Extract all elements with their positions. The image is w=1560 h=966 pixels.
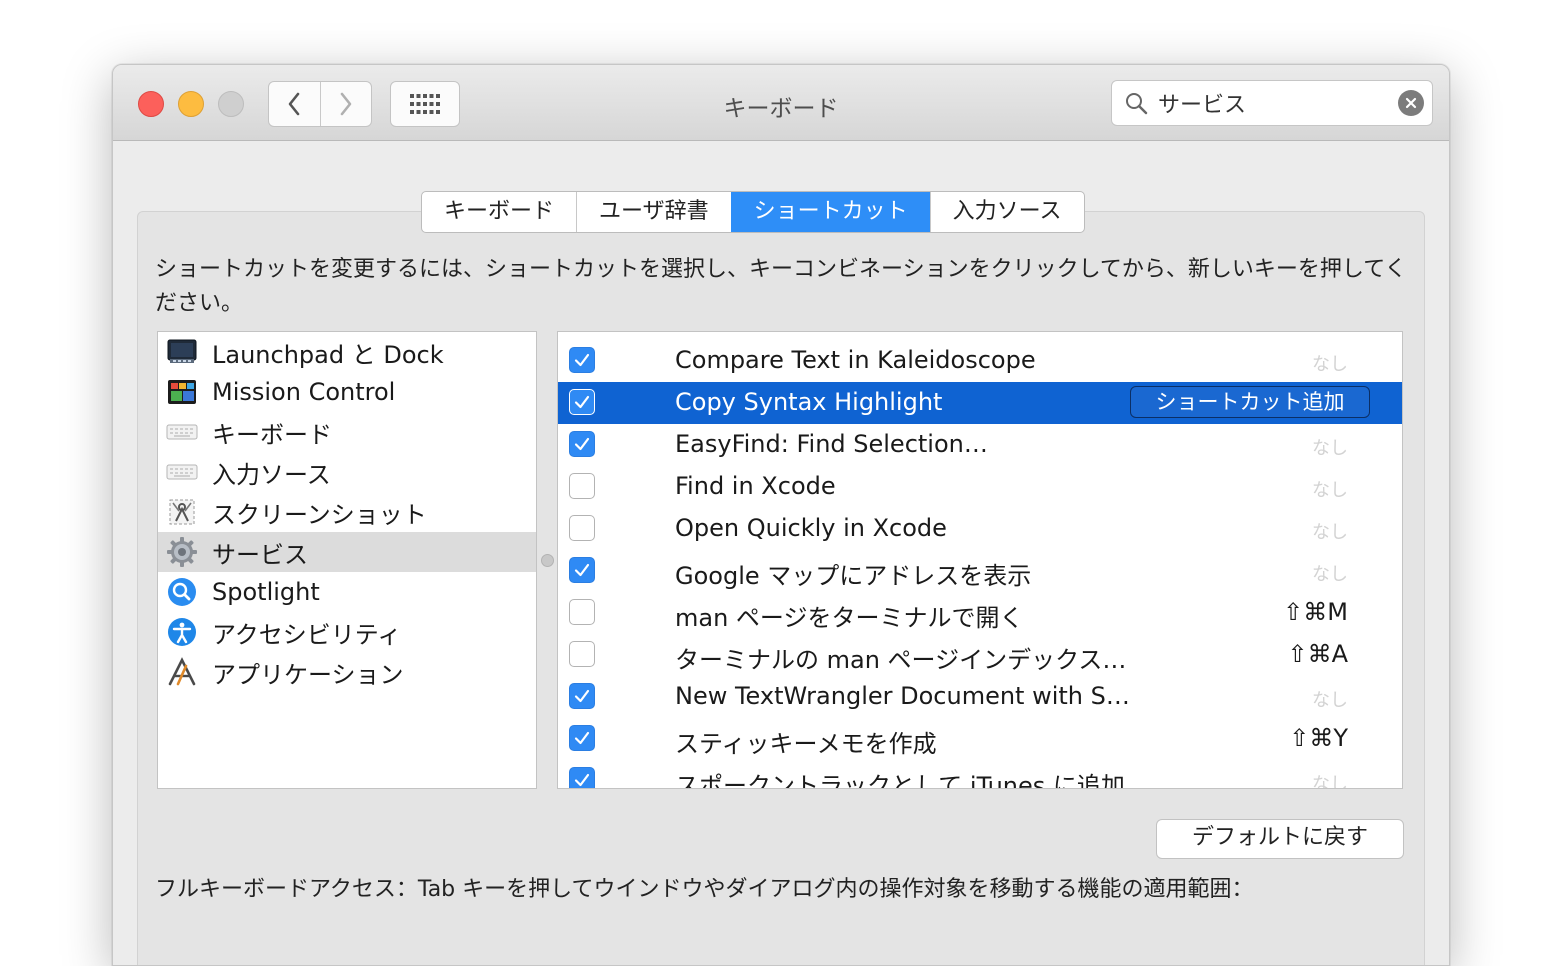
shortcut-label: スティッキーメモを作成 — [675, 730, 937, 758]
shortcut-row[interactable]: New TextWrangler Document with S… なし — [558, 676, 1402, 718]
category-label: キーボード — [212, 420, 332, 449]
shortcut-checkbox[interactable] — [569, 725, 595, 751]
category-item-launchpad-dock[interactable]: Launchpad と Dock — [158, 332, 536, 372]
shortcut-label: EasyFind: Find Selection… — [675, 430, 988, 458]
checkmark-icon — [574, 353, 590, 367]
shortcut-list: Compare Text in Kaleidoscope なし Copy Syn… — [557, 331, 1403, 789]
shortcut-row[interactable]: Google マップにアドレスを表示 なし — [558, 550, 1402, 592]
shortcut-row-selected[interactable]: Copy Syntax Highlight ショートカット追加 — [558, 382, 1402, 424]
category-label: 入力ソース — [212, 460, 331, 489]
shortcut-key[interactable]: なし — [1312, 560, 1348, 586]
shortcut-key[interactable]: ⇧⌘Y — [1289, 724, 1348, 752]
category-item-mission-control[interactable]: Mission Control — [158, 372, 536, 412]
shortcut-label: ターミナルの man ページインデックス… — [675, 646, 1127, 674]
tab-shortcuts[interactable]: ショートカット — [730, 192, 930, 232]
mission-control-icon — [166, 376, 198, 408]
shortcut-label: man ページをターミナルで開く — [675, 604, 1024, 632]
shortcut-row[interactable]: Compare Text in Kaleidoscope なし — [558, 340, 1402, 382]
search-input[interactable] — [1158, 87, 1388, 119]
shortcut-row[interactable]: man ページをターミナルで開く ⇧⌘M — [558, 592, 1402, 634]
checkmark-icon — [574, 437, 590, 451]
split-view-handle[interactable] — [541, 554, 554, 567]
shortcut-checkbox[interactable] — [569, 641, 595, 667]
checkmark-icon — [574, 689, 590, 703]
category-item-keyboard[interactable]: キーボード — [158, 412, 536, 452]
keyboard-icon — [166, 416, 198, 448]
shortcut-label: Google マップにアドレスを表示 — [675, 562, 1032, 590]
category-item-screenshots[interactable]: スクリーンショット — [158, 492, 536, 532]
category-label: Mission Control — [212, 378, 396, 406]
shortcut-checkbox[interactable] — [569, 431, 595, 457]
category-label: サービス — [212, 540, 308, 569]
category-list: Launchpad と Dock Mission Control キーボード 入… — [157, 331, 537, 789]
shortcut-row[interactable]: Open Quickly in Xcode なし — [558, 508, 1402, 550]
search-icon — [1126, 93, 1148, 115]
shortcut-checkbox[interactable] — [569, 347, 595, 373]
checkmark-icon — [574, 395, 590, 409]
checkmark-icon — [574, 773, 590, 787]
shortcut-key[interactable]: ⇧⌘A — [1287, 640, 1348, 668]
restore-defaults-button[interactable]: デフォルトに戻す — [1156, 819, 1404, 859]
shortcut-checkbox[interactable] — [569, 389, 595, 415]
spotlight-icon — [166, 576, 198, 608]
shortcut-label: Compare Text in Kaleidoscope — [675, 346, 1036, 374]
shortcut-row[interactable]: EasyFind: Find Selection… なし — [558, 424, 1402, 466]
accessibility-icon — [166, 616, 198, 648]
shortcut-key[interactable]: なし — [1312, 476, 1348, 502]
instruction-text: ショートカットを変更するには、ショートカットを選択し、キーコンビネーションをクリ… — [155, 257, 1407, 316]
tab-user-dictionary[interactable]: ユーザ辞書 — [576, 192, 731, 232]
category-label: スクリーンショット — [212, 500, 427, 529]
search-field[interactable] — [1111, 80, 1433, 126]
clear-search-button[interactable] — [1398, 90, 1424, 116]
category-item-spotlight[interactable]: Spotlight — [158, 572, 536, 612]
tab-bar: キーボード ユーザ辞書 ショートカット 入力ソース — [421, 191, 1085, 233]
shortcut-key[interactable]: なし — [1312, 686, 1348, 712]
category-item-input-sources[interactable]: 入力ソース — [158, 452, 536, 492]
add-shortcut-button[interactable]: ショートカット追加 — [1130, 386, 1370, 418]
category-label: Launchpad と Dock — [212, 340, 444, 369]
title-bar: キーボード — [113, 65, 1449, 141]
shortcut-key[interactable]: なし — [1312, 434, 1348, 460]
close-icon — [1405, 97, 1417, 109]
shortcut-key[interactable]: なし — [1312, 770, 1348, 788]
shortcut-key[interactable]: ⇧⌘M — [1283, 598, 1348, 626]
app-shortcuts-icon — [166, 656, 198, 688]
shortcut-label: Find in Xcode — [675, 472, 836, 500]
shortcut-checkbox[interactable] — [569, 599, 595, 625]
preferences-window: キーボード キーボード ユーザ辞書 ショートカット 入力ソース ショートカットを… — [112, 64, 1450, 966]
tab-keyboard[interactable]: キーボード — [422, 192, 576, 232]
shortcut-label: New TextWrangler Document with S… — [675, 682, 1130, 710]
shortcut-checkbox[interactable] — [569, 767, 595, 788]
category-label: Spotlight — [212, 578, 320, 606]
shortcut-row[interactable]: スポークントラックとして iTunes に追加 なし — [558, 760, 1402, 789]
tab-input-sources[interactable]: 入力ソース — [929, 192, 1084, 232]
launchpad-icon — [166, 336, 198, 368]
checkmark-icon — [574, 731, 590, 745]
screenshot-icon — [166, 496, 198, 528]
keyboard-icon — [166, 456, 198, 488]
shortcut-row[interactable]: Find in Xcode なし — [558, 466, 1402, 508]
gear-icon — [166, 536, 198, 568]
shortcut-label: Open Quickly in Xcode — [675, 514, 947, 542]
shortcut-checkbox[interactable] — [569, 515, 595, 541]
category-item-services[interactable]: サービス — [158, 532, 536, 572]
category-label: アプリケーション — [212, 660, 404, 689]
checkmark-icon — [574, 563, 590, 577]
shortcut-checkbox[interactable] — [569, 683, 595, 709]
category-label: アクセシビリティ — [212, 620, 402, 649]
full-keyboard-access-label: フルキーボードアクセス：Tab キーを押してウインドウやダイアログ内の操作対象を… — [155, 877, 1254, 902]
category-item-app-shortcuts[interactable]: アプリケーション — [158, 652, 536, 692]
category-item-accessibility[interactable]: アクセシビリティ — [158, 612, 536, 652]
shortcut-label: スポークントラックとして iTunes に追加 — [675, 772, 1125, 789]
shortcut-key[interactable]: なし — [1312, 350, 1348, 376]
shortcut-checkbox[interactable] — [569, 557, 595, 583]
shortcut-checkbox[interactable] — [569, 473, 595, 499]
shortcut-label: Copy Syntax Highlight — [675, 388, 943, 416]
shortcut-row[interactable]: スティッキーメモを作成 ⇧⌘Y — [558, 718, 1402, 760]
shortcut-key[interactable]: なし — [1312, 518, 1348, 544]
shortcut-row[interactable]: ターミナルの man ページインデックス… ⇧⌘A — [558, 634, 1402, 676]
